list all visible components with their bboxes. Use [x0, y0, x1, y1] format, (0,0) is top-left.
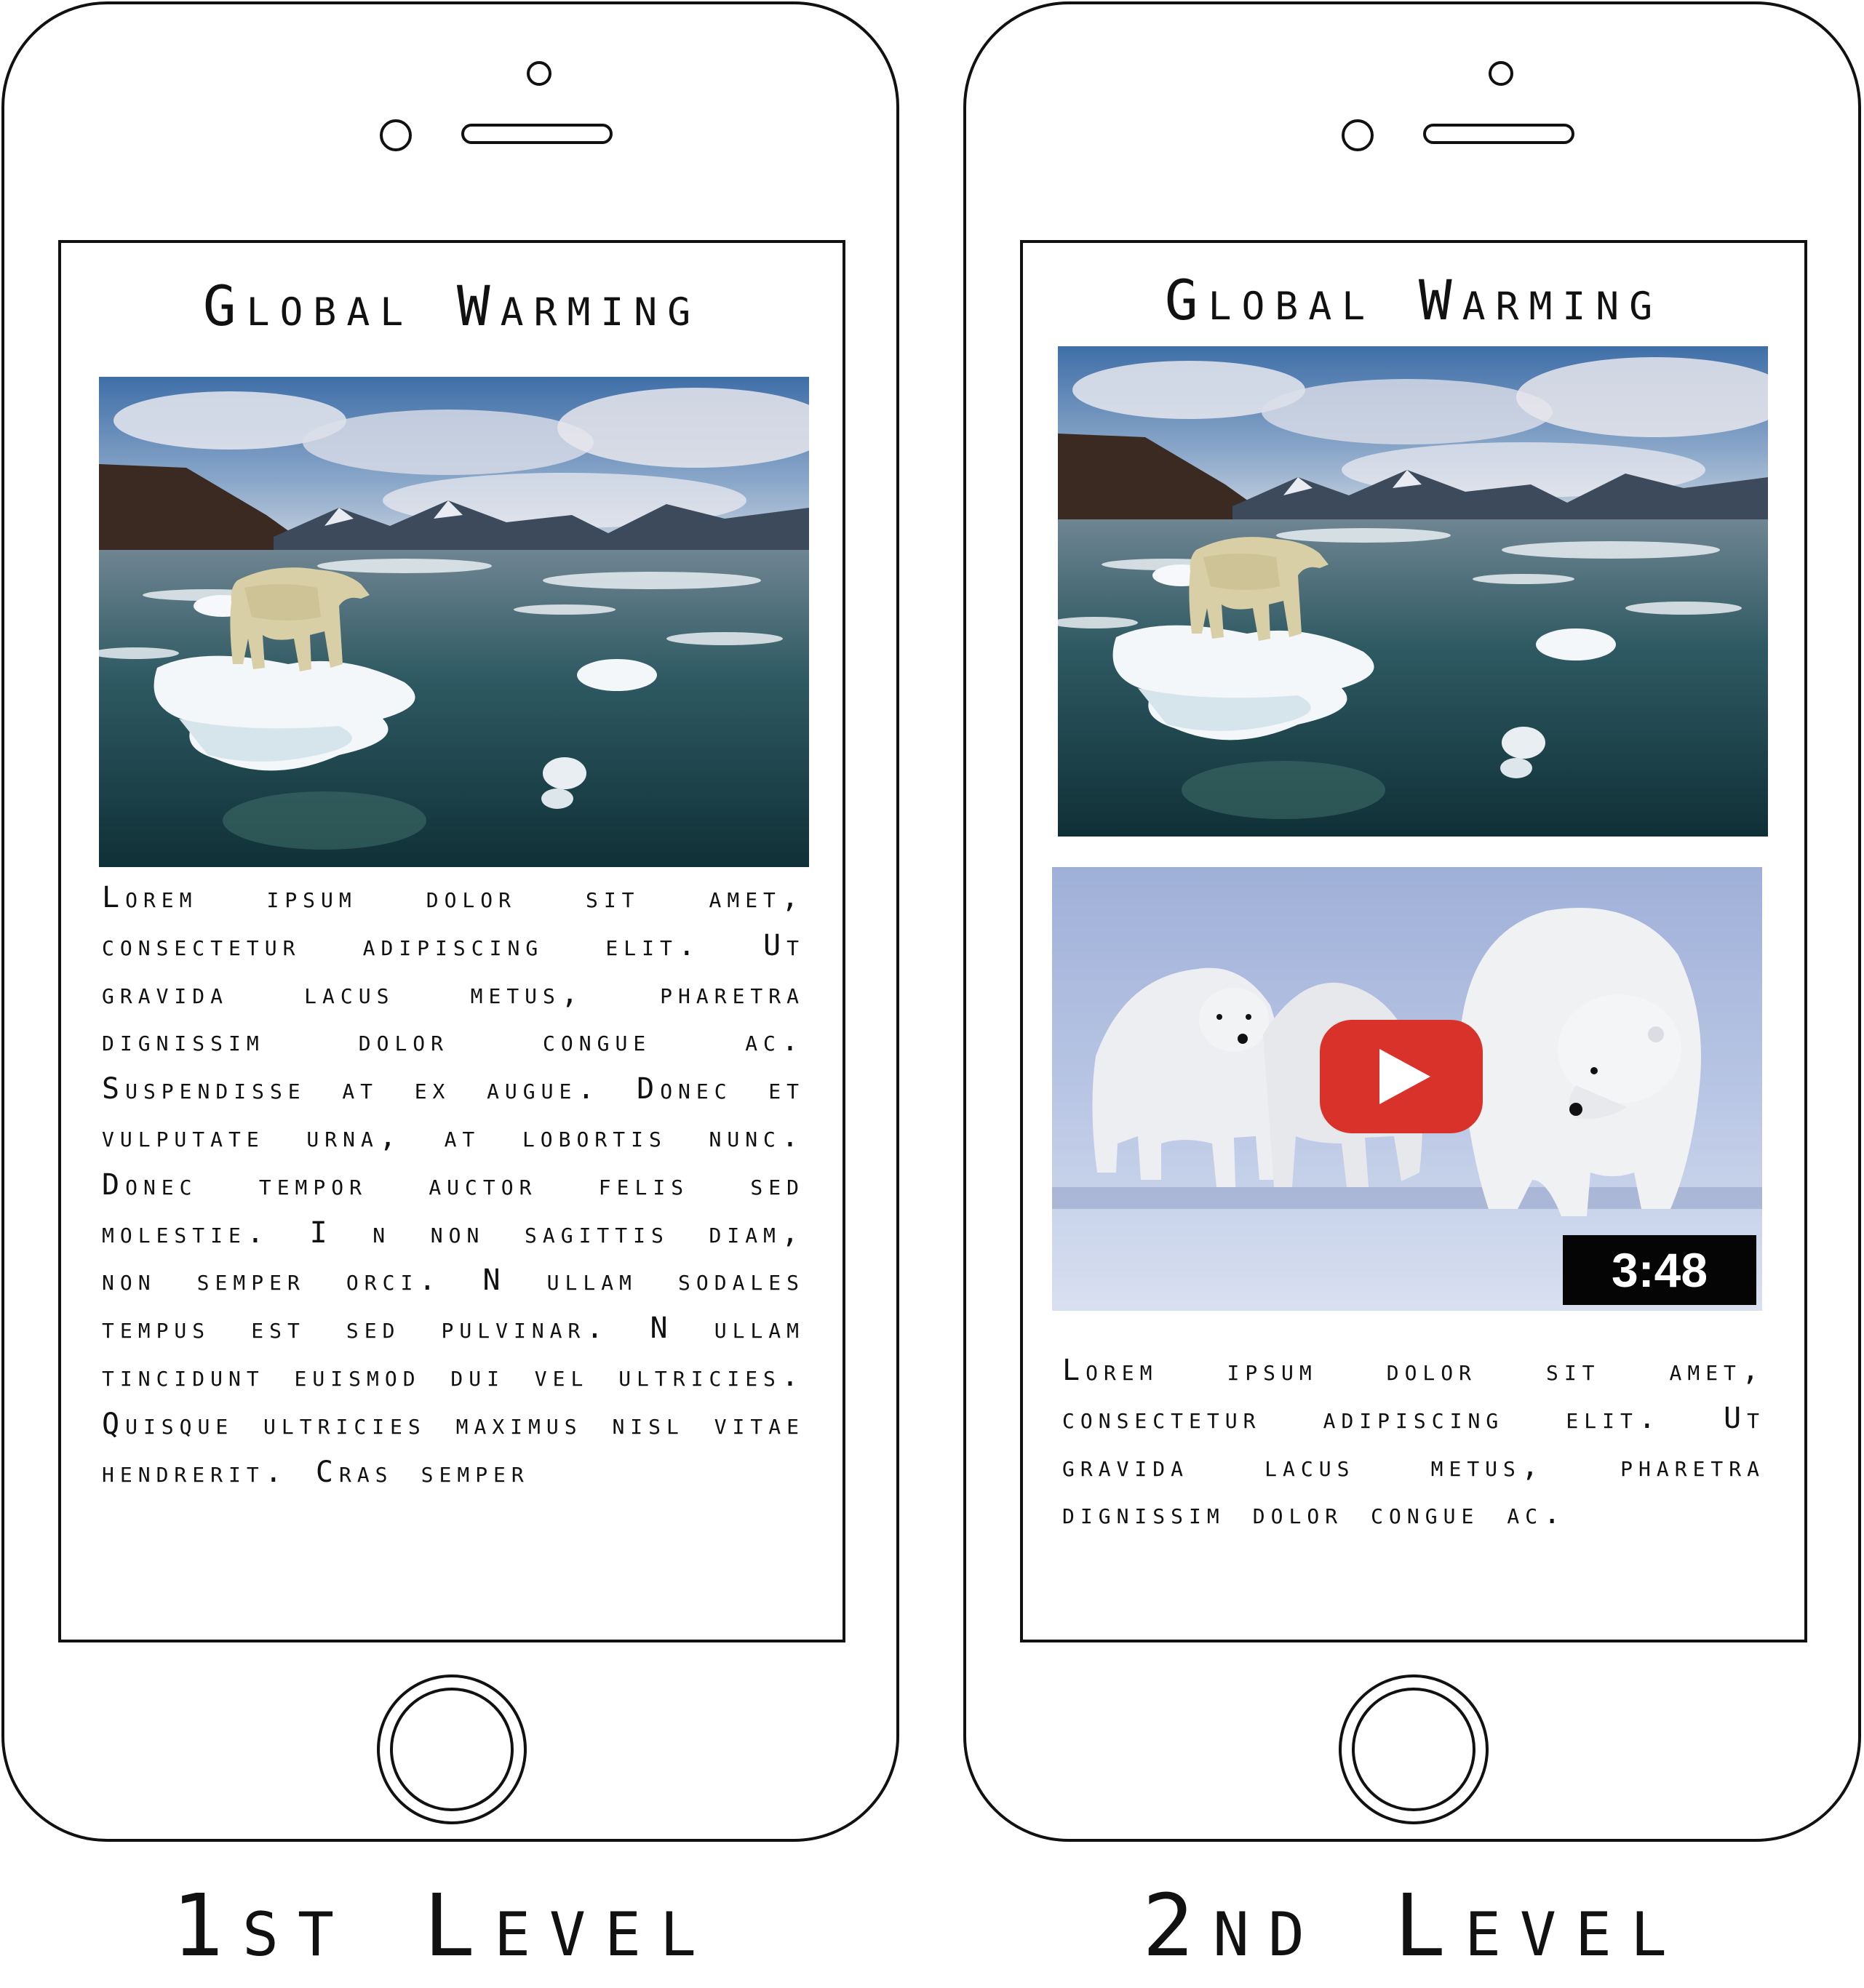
article-body: Lorem ipsum dolor sit amet, consectetur … [102, 881, 805, 1489]
home-button[interactable] [377, 1674, 527, 1824]
sensor-icon [1342, 119, 1374, 151]
article-body: Lorem ipsum dolor sit amet, consectetur … [1062, 1354, 1765, 1531]
caption-first-level: 1st Level [172, 1875, 715, 1976]
home-button-ring [390, 1688, 514, 1811]
phone-screen: Global Warming [1020, 240, 1807, 1642]
caption-second-level: 2nd Level [1142, 1875, 1686, 1976]
front-camera-icon [1489, 61, 1513, 86]
polar-bear-photo [99, 377, 809, 867]
polar-bear-photo [1058, 346, 1768, 837]
article-title: Global Warming [1164, 268, 1663, 332]
speaker-grille [1423, 124, 1574, 144]
article-title: Global Warming [202, 274, 701, 338]
front-camera-icon [527, 61, 551, 86]
video-player[interactable]: 3:48 [1052, 867, 1762, 1311]
video-duration-badge: 3:48 [1563, 1235, 1756, 1305]
phone-mockup-first-level: Global Warming Lorem ipsum dolor sit ame… [1, 1, 899, 1842]
home-button[interactable] [1339, 1674, 1489, 1824]
sensor-icon [380, 119, 412, 151]
phone-screen: Global Warming [58, 240, 845, 1642]
speaker-grille [461, 124, 613, 144]
phone-mockup-second-level: Global Warming 3:48 Lorem ipsum dolor si… [963, 1, 1861, 1842]
home-button-ring [1352, 1688, 1475, 1811]
